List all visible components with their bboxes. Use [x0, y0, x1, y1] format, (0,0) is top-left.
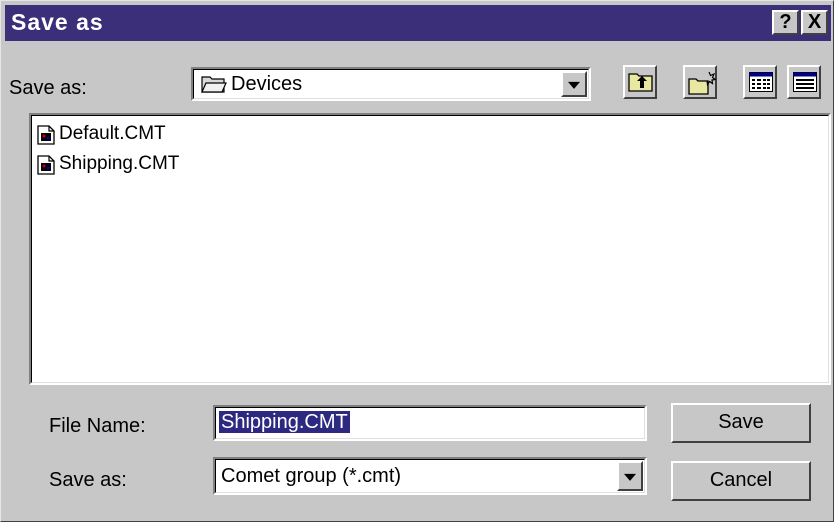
chevron-down-icon — [624, 473, 636, 481]
cancel-button[interactable]: Cancel — [671, 461, 811, 501]
location-label: Save as: — [9, 77, 87, 99]
file-name: Default.CMT — [59, 123, 166, 144]
close-button[interactable]: X — [801, 10, 828, 35]
dialog-title: Save as — [11, 9, 104, 35]
save-as-dialog: Save as ? X Save as: Devices Default.CMT… — [0, 0, 834, 522]
file-name-label: File Name: — [49, 415, 146, 437]
document-icon — [37, 125, 55, 151]
document-icon — [37, 155, 55, 181]
file-name-value: Shipping.CMT — [219, 411, 350, 433]
file-name-input[interactable]: Shipping.CMT — [213, 405, 647, 441]
current-folder: Devices — [231, 73, 303, 95]
help-button[interactable]: ? — [772, 10, 799, 35]
location-dropdown-button[interactable] — [561, 71, 587, 97]
location-combo[interactable]: Devices — [191, 67, 591, 101]
list-view-icon — [749, 72, 773, 97]
save-type-label: Save as: — [49, 469, 127, 491]
create-new-folder-icon — [688, 70, 718, 101]
save-type-select[interactable]: Comet group (*.cmt) — [213, 457, 647, 495]
folder-open-icon — [201, 74, 227, 99]
file-list[interactable]: Default.CMT Shipping.CMT — [29, 113, 831, 385]
new-folder-button[interactable] — [683, 65, 718, 101]
chevron-down-icon — [568, 81, 580, 89]
save-type-dropdown-button[interactable] — [617, 461, 643, 491]
save-type-value: Comet group (*.cmt) — [221, 465, 402, 487]
up-one-level-icon — [628, 71, 654, 98]
save-button[interactable]: Save — [671, 403, 811, 443]
title-bar[interactable]: Save as ? X — [5, 5, 831, 41]
list-view-button[interactable] — [743, 65, 777, 99]
up-one-level-button[interactable] — [623, 65, 657, 99]
file-name: Shipping.CMT — [59, 153, 180, 174]
details-view-icon — [793, 72, 817, 97]
details-view-button[interactable] — [787, 65, 821, 99]
